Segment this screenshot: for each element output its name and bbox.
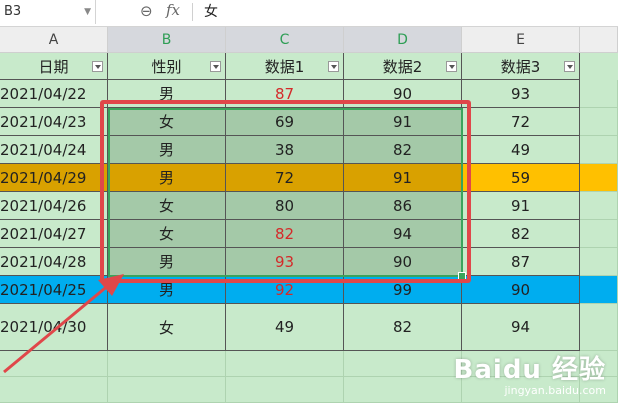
empty-cell[interactable] [226,377,344,403]
formula-bar: B3 ▼ ⊖ fx 女 [0,0,618,27]
table-cell[interactable]: 男 [108,164,226,192]
fx-icon[interactable]: fx [166,1,180,19]
table-cell[interactable]: 2021/04/27 [0,220,108,248]
table-cell[interactable]: 2021/04/22 [0,80,108,108]
header-label: 数据3 [500,57,541,76]
table-cell[interactable]: 38 [226,136,344,164]
empty-cell[interactable] [580,276,618,304]
table-cell[interactable]: 91 [344,108,462,136]
watermark-title: Baidu 经验 [453,355,606,385]
header-cell[interactable]: 性别 [108,53,226,80]
formula-separator [192,3,193,21]
table-cell[interactable]: 80 [226,192,344,220]
header-label: 数据1 [264,57,305,76]
table-cell[interactable]: 女 [108,192,226,220]
zoom-icon[interactable]: ⊖ [140,2,153,20]
table-cell[interactable]: 91 [344,164,462,192]
table-cell[interactable]: 72 [226,164,344,192]
table-cell[interactable]: 94 [462,304,580,351]
table-cell[interactable]: 92 [226,276,344,304]
table-cell[interactable]: 女 [108,108,226,136]
header-cell[interactable]: 数据2 [344,53,462,80]
table-cell[interactable]: 82 [344,136,462,164]
empty-cell[interactable] [580,192,618,220]
filter-dropdown-icon[interactable] [328,61,339,72]
fill-handle[interactable] [458,272,466,280]
table-cell[interactable]: 86 [344,192,462,220]
table-cell[interactable]: 91 [462,192,580,220]
header-label: 数据2 [382,57,423,76]
filter-dropdown-icon[interactable] [210,61,221,72]
table-cell[interactable]: 82 [226,220,344,248]
formula-input[interactable]: 女 [204,1,218,23]
table-cell[interactable]: 59 [462,164,580,192]
name-box[interactable]: B3 ▼ [0,0,96,24]
filter-dropdown-icon[interactable] [92,61,103,72]
table-cell[interactable]: 94 [344,220,462,248]
table-cell[interactable]: 90 [462,276,580,304]
table-cell[interactable]: 82 [462,220,580,248]
empty-cell[interactable] [580,220,618,248]
filter-dropdown-icon[interactable] [564,61,575,72]
table-cell[interactable]: 90 [344,248,462,276]
header-cell[interactable]: 日期 [0,53,108,80]
table-cell[interactable]: 男 [108,80,226,108]
table-cell[interactable]: 99 [344,276,462,304]
empty-cell[interactable] [580,80,618,108]
header-label: 日期 [38,57,69,76]
column-header-d[interactable]: D [344,27,462,53]
empty-cell[interactable] [0,377,108,403]
table-cell[interactable]: 49 [226,304,344,351]
table-cell[interactable]: 2021/04/28 [0,248,108,276]
table-cell[interactable]: 90 [344,80,462,108]
table-cell[interactable]: 2021/04/30 [0,304,108,351]
table-cell[interactable]: 87 [462,248,580,276]
table-cell[interactable]: 69 [226,108,344,136]
table-cell[interactable]: 女 [108,304,226,351]
table-cell[interactable]: 2021/04/23 [0,108,108,136]
empty-cell[interactable] [0,351,108,377]
chevron-down-icon[interactable]: ▼ [84,0,91,24]
table-cell[interactable]: 2021/04/25 [0,276,108,304]
name-box-value: B3 [4,4,22,19]
column-header-b[interactable]: B [108,27,226,53]
column-header-c[interactable]: C [226,27,344,53]
empty-cell[interactable] [580,136,618,164]
table-cell[interactable]: 2021/04/24 [0,136,108,164]
empty-cell[interactable] [344,377,462,403]
table-cell[interactable]: 87 [226,80,344,108]
empty-cell[interactable] [580,248,618,276]
header-label: 性别 [151,57,182,76]
empty-cell[interactable] [580,108,618,136]
table-cell[interactable]: 82 [344,304,462,351]
table-cell[interactable]: 女 [108,220,226,248]
table-cell[interactable]: 男 [108,276,226,304]
empty-cell[interactable] [108,377,226,403]
empty-cell[interactable] [108,351,226,377]
table-cell[interactable]: 93 [226,248,344,276]
header-cell[interactable]: 数据1 [226,53,344,80]
watermark: Baidu 经验 jingyan.baidu.com [454,349,606,397]
empty-cell[interactable] [580,304,618,351]
column-header-a[interactable]: A [0,27,108,53]
filter-dropdown-icon[interactable] [446,61,457,72]
column-header-f[interactable] [580,27,618,53]
empty-cell[interactable] [226,351,344,377]
table-cell[interactable]: 男 [108,136,226,164]
table-cell[interactable]: 男 [108,248,226,276]
table-cell[interactable]: 72 [462,108,580,136]
table-cell[interactable]: 49 [462,136,580,164]
header-cell[interactable]: 数据3 [462,53,580,80]
table-cell[interactable]: 2021/04/29 [0,164,108,192]
empty-cell[interactable] [580,164,618,192]
table-cell[interactable]: 93 [462,80,580,108]
table-cell[interactable]: 2021/04/26 [0,192,108,220]
column-header-e[interactable]: E [462,27,580,53]
empty-cell[interactable] [344,351,462,377]
